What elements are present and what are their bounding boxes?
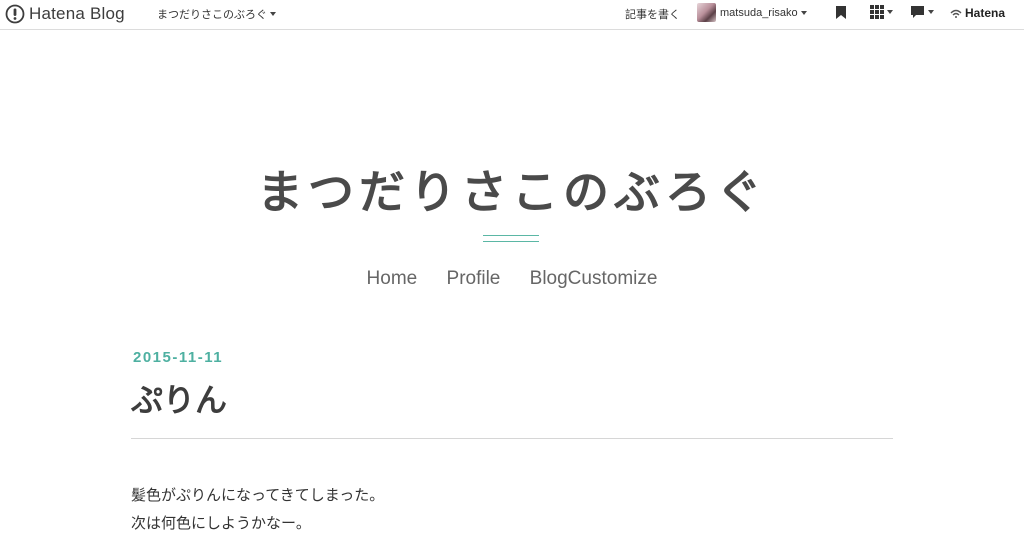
bookmark-button[interactable] [835, 5, 847, 20]
entry-paragraph: 次は何色にしようかなー。 [131, 514, 311, 532]
chevron-down-icon [887, 10, 893, 14]
entry-body: 髪色がぷりんになってきてしまった。 次は何色にしようかなー。 [131, 481, 384, 537]
blog-switcher[interactable]: まつだりさこのぶろぐ [157, 6, 276, 22]
chevron-down-icon [800, 10, 807, 15]
entry-paragraph: 髪色がぷりんになってきてしまった。 [131, 486, 385, 504]
entry-divider [131, 438, 893, 439]
hatena-label: Hatena [965, 6, 1006, 20]
username: matsuda_risako [720, 6, 798, 19]
grid-icon [870, 5, 884, 19]
write-entry-link[interactable]: 記事を書く [625, 6, 680, 22]
user-menu[interactable]: matsuda_risako [697, 3, 807, 22]
nav-item-profile[interactable]: Profile [447, 268, 501, 289]
hatena-blog-logo[interactable]: Hatena Blog [5, 4, 125, 24]
hatena-blog-logo-icon [5, 4, 25, 24]
nav-item-blogcustomize[interactable]: BlogCustomize [530, 268, 658, 289]
chevron-down-icon [270, 12, 276, 16]
apps-menu-button[interactable] [870, 5, 893, 19]
title-divider [483, 241, 539, 242]
comment-icon [911, 6, 924, 18]
blog-switcher-label: まつだりさこのぶろぐ [157, 8, 267, 21]
avatar [697, 3, 716, 22]
title-divider [483, 235, 539, 236]
chevron-down-icon [928, 10, 934, 14]
hatena-logo-icon [950, 9, 962, 18]
notifications-button[interactable] [910, 5, 934, 19]
entry-date[interactable]: 2015-11-11 [133, 349, 223, 366]
bookmark-icon [836, 6, 846, 19]
nav-item-home[interactable]: Home [367, 268, 418, 289]
global-header: Hatena Blog まつだりさこのぶろぐ 記事を書く matsuda_ris… [0, 0, 1024, 30]
entry-title[interactable]: ぷりん [131, 375, 227, 421]
blog-title[interactable]: まつだりさこのぶろぐ [0, 156, 1024, 222]
hatena-link[interactable]: Hatena [950, 6, 1005, 20]
blog-nav: Home Profile BlogCustomize [0, 268, 1024, 290]
brand-text: Hatena Blog [29, 4, 125, 23]
